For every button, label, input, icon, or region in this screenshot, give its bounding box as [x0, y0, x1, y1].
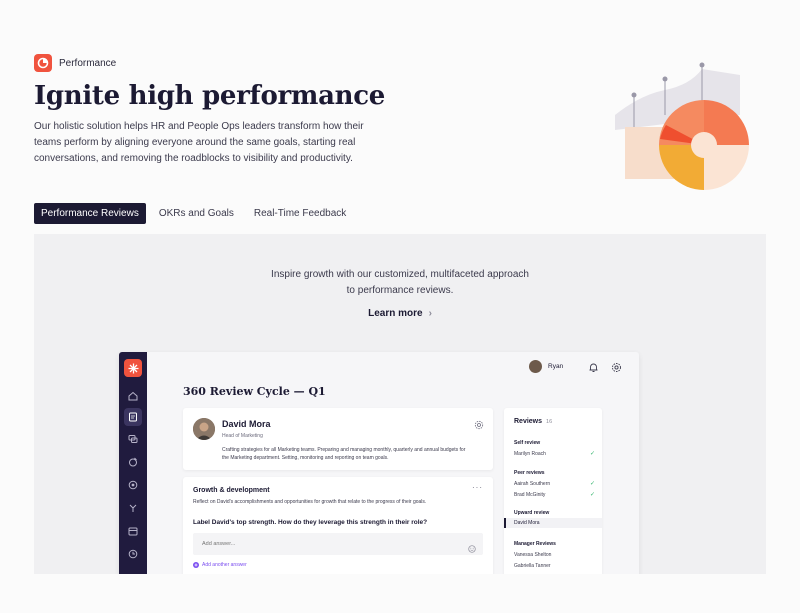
- learn-more-link[interactable]: Learn more ›: [34, 308, 766, 319]
- check-icon: ✓: [590, 451, 596, 457]
- home-icon[interactable]: [127, 390, 139, 402]
- profile-role: Head of Marketing: [222, 433, 263, 439]
- reviewer-gabriella-tanner[interactable]: Gabriella Tanner: [514, 563, 551, 569]
- feedback-icon[interactable]: [127, 456, 139, 468]
- upward-review-label: Upward review: [514, 510, 550, 516]
- check-icon: ✓: [590, 492, 596, 498]
- product-badge: Performance: [34, 54, 116, 72]
- feature-tabs: Performance Reviews OKRs and Goals Real-…: [34, 203, 353, 224]
- app-sidebar: [119, 352, 147, 574]
- answer-input[interactable]: [193, 533, 483, 555]
- app-logo-icon: [124, 359, 142, 377]
- emoji-icon[interactable]: [468, 540, 476, 558]
- panel-intro-line-1: Inspire growth with our customized, mult…: [271, 269, 529, 280]
- hero-title: Ignite high performance: [34, 81, 386, 111]
- tab-real-time-feedback[interactable]: Real-Time Feedback: [247, 203, 353, 224]
- growth-card: Growth & development ··· Reflect on Davi…: [183, 477, 493, 574]
- bell-icon[interactable]: [588, 360, 599, 378]
- product-label: Performance: [59, 57, 117, 69]
- chat-icon[interactable]: [127, 433, 139, 445]
- app-preview: Ryan 360 Review Cycle — Q1 David Mora He…: [119, 352, 639, 574]
- people-icon[interactable]: [127, 502, 139, 514]
- user-name: Ryan: [548, 363, 564, 370]
- learn-more-label: Learn more: [368, 308, 423, 319]
- profile-avatar: [193, 418, 215, 440]
- goals-icon[interactable]: [127, 479, 139, 491]
- check-icon: ✓: [590, 481, 596, 487]
- tab-okrs-and-goals[interactable]: OKRs and Goals: [152, 203, 241, 224]
- user-avatar: [529, 360, 542, 373]
- add-another-answer-label: Add another answer: [202, 562, 247, 568]
- profile-card: David Mora Head of Marketing Crafting st…: [183, 408, 493, 470]
- reviewer-vanessa-shelton[interactable]: Vanessa Shelton: [514, 552, 551, 558]
- performance-logo-icon: [34, 54, 52, 72]
- clock-icon[interactable]: [127, 548, 139, 560]
- profile-bio: Crafting strategies for all Marketing te…: [222, 447, 466, 461]
- growth-subtitle: Reflect on David's accomplishments and o…: [193, 499, 427, 505]
- user-menu[interactable]: Ryan: [529, 360, 563, 373]
- hero-description: Our holistic solution helps HR and Peopl…: [34, 121, 364, 164]
- review-cycle-title: 360 Review Cycle — Q1: [183, 385, 326, 398]
- plus-icon: [193, 562, 199, 568]
- reviews-title-label: Reviews: [514, 418, 543, 425]
- growth-question: Label David's top strength. How do they …: [193, 519, 428, 526]
- panel-intro: Inspire growth with our customized, mult…: [34, 267, 766, 299]
- peer-reviews-label: Peer reviews: [514, 470, 545, 476]
- reviewer-aairah-southern[interactable]: Aairah Southern: [514, 481, 550, 487]
- profile-name: David Mora: [222, 419, 271, 429]
- panel-intro-line-2: to performance reviews.: [346, 285, 454, 296]
- chevron-right-icon: ›: [428, 308, 432, 319]
- growth-title: Growth & development: [193, 487, 270, 494]
- reviewer-marilyn-roach[interactable]: Marilyn Roach: [514, 451, 546, 457]
- tab-performance-reviews[interactable]: Performance Reviews: [34, 203, 146, 224]
- reviews-nav-icon[interactable]: [124, 408, 142, 426]
- analytics-icon[interactable]: [127, 571, 139, 574]
- reviews-count: 16: [546, 419, 553, 425]
- profile-settings-icon[interactable]: [474, 417, 484, 435]
- reviews-list: Reviews 16 Self review Marilyn Roach ✓ Pe…: [504, 408, 602, 574]
- manager-reviews-label: Manager Reviews: [514, 541, 556, 547]
- settings-gear-icon[interactable]: [611, 360, 622, 378]
- self-review-label: Self review: [514, 440, 541, 446]
- reviews-title: Reviews 16: [514, 418, 552, 425]
- reviewer-david-mora[interactable]: David Mora: [514, 520, 540, 526]
- add-another-answer-button[interactable]: Add another answer: [193, 562, 247, 568]
- reviewer-brad-mcginity[interactable]: Brad McGinity: [514, 492, 545, 498]
- more-options-icon[interactable]: ···: [472, 483, 483, 492]
- feature-panel: Inspire growth with our customized, mult…: [34, 234, 766, 574]
- calendar-icon[interactable]: [127, 525, 139, 537]
- hero-illustration: [610, 55, 755, 200]
